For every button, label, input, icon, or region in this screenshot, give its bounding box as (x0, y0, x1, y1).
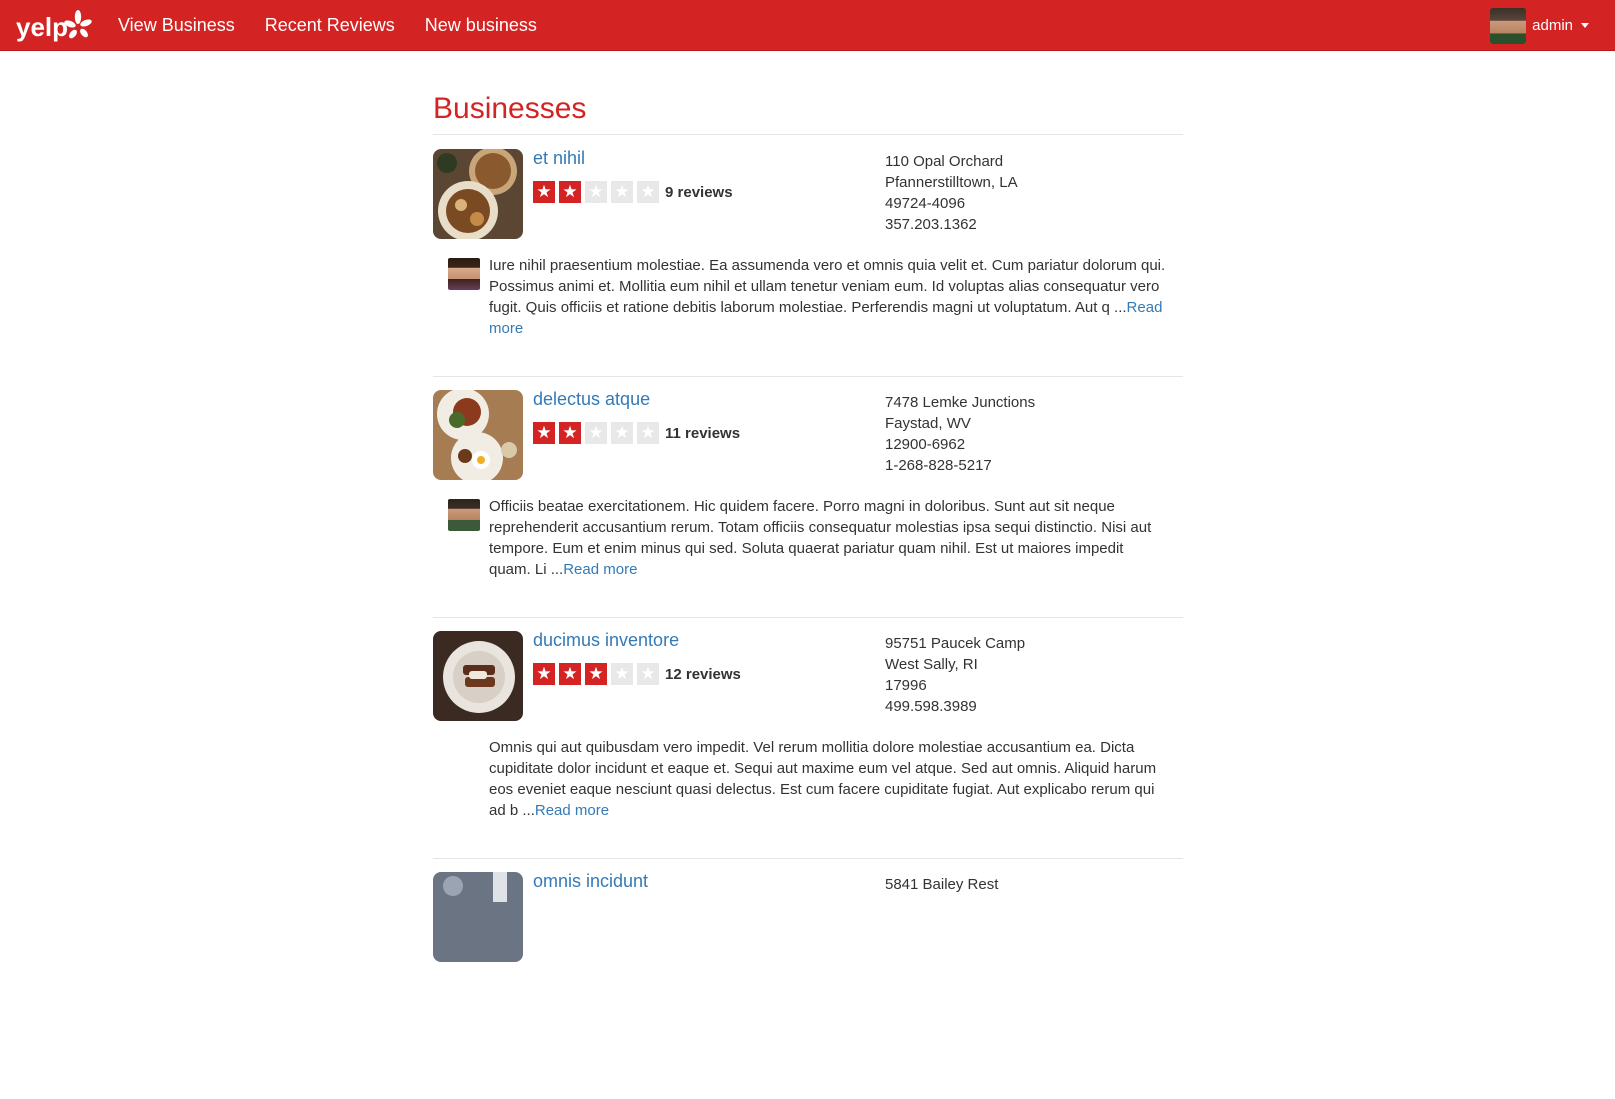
address-street: 7478 Lemke Junctions (885, 394, 1036, 411)
nav-recent-reviews[interactable]: Recent Reviews (265, 0, 395, 51)
review-count: 11 reviews (665, 424, 741, 442)
business-photo[interactable] (433, 390, 523, 480)
address-street: 110 Opal Orchard (885, 153, 1004, 170)
address-zip: 17996 (885, 677, 927, 694)
star-icon: ★ (533, 181, 555, 203)
reviewer-avatar[interactable] (448, 258, 480, 290)
star-icon: ★ (611, 422, 633, 444)
business-address: 7478 Lemke Junctions Faystad, WV 12900-6… (885, 392, 1035, 476)
nav-view-business[interactable]: View Business (118, 0, 235, 51)
business-name-link[interactable]: et nihil (533, 148, 585, 169)
reviewer-avatar[interactable] (448, 499, 480, 531)
read-more-link[interactable]: Read more (563, 561, 637, 578)
star-icon: ★ (637, 663, 659, 685)
star-icon: ★ (533, 422, 555, 444)
review-text: Iure nihil praesentium molestiae. Ea ass… (489, 255, 1169, 339)
business-address: 110 Opal Orchard Pfannerstilltown, LA 49… (885, 151, 1018, 235)
star-icon: ★ (559, 663, 581, 685)
business-item: et nihil ★ ★ ★ ★ ★ 9 reviews 110 Opal Or… (433, 135, 1183, 377)
review-body: Iure nihil praesentium molestiae. Ea ass… (489, 257, 1166, 316)
business-address: 95751 Paucek Camp West Sally, RI 17996 4… (885, 633, 1025, 717)
read-more-link[interactable]: Read more (535, 802, 609, 819)
yelp-logo[interactable]: yelp (14, 6, 104, 46)
star-icon: ★ (585, 663, 607, 685)
star-icon: ★ (611, 181, 633, 203)
avatar (1490, 7, 1527, 44)
star-icon: ★ (533, 663, 555, 685)
business-photo[interactable] (433, 872, 523, 962)
star-icon: ★ (637, 181, 659, 203)
star-icon: ★ (637, 422, 659, 444)
star-rating: ★ ★ ★ ★ ★ 11 reviews (533, 422, 740, 444)
business-item: delectus atque ★ ★ ★ ★ ★ 11 reviews 7478… (433, 376, 1183, 618)
address-city: Pfannerstilltown, LA (885, 174, 1018, 191)
business-item: omnis incidunt 5841 Bailey Rest (433, 858, 1183, 1099)
business-name-link[interactable]: omnis incidunt (533, 871, 648, 892)
user-menu-dropdown[interactable]: admin (1490, 7, 1589, 44)
address-zip: 49724-4096 (885, 195, 966, 212)
address-phone: 499.598.3989 (885, 698, 977, 715)
business-address: 5841 Bailey Rest (885, 874, 998, 895)
address-phone: 1-268-828-5217 (885, 457, 992, 474)
address-phone: 357.203.1362 (885, 216, 977, 233)
address-street: 5841 Bailey Rest (885, 876, 999, 893)
user-name: admin (1532, 17, 1573, 34)
star-icon: ★ (559, 422, 581, 444)
business-item: ducimus inventore ★ ★ ★ ★ ★ 12 reviews 9… (433, 617, 1183, 859)
star-icon: ★ (559, 181, 581, 203)
business-photo[interactable] (433, 149, 523, 239)
review-count: 9 reviews (665, 183, 733, 201)
review-text: Omnis qui aut quibusdam vero impedit. Ve… (489, 737, 1169, 821)
star-icon: ★ (611, 663, 633, 685)
main-nav: View Business Recent Reviews New busines… (118, 0, 567, 51)
review-text: Officiis beatae exercitationem. Hic quid… (489, 496, 1169, 580)
nav-new-business[interactable]: New business (425, 0, 537, 51)
svg-text:yelp: yelp (16, 12, 68, 42)
top-navbar: yelp View Business Recent Reviews New bu… (0, 0, 1615, 51)
star-icon: ★ (585, 181, 607, 203)
address-street: 95751 Paucek Camp (885, 635, 1026, 652)
page-title: Businesses (433, 92, 587, 125)
address-zip: 12900-6962 (885, 436, 966, 453)
business-name-link[interactable]: ducimus inventore (533, 630, 679, 651)
address-city: West Sally, RI (885, 656, 978, 673)
business-photo[interactable] (433, 631, 523, 721)
star-rating: ★ ★ ★ ★ ★ 12 reviews (533, 663, 741, 685)
business-name-link[interactable]: delectus atque (533, 389, 650, 410)
star-rating: ★ ★ ★ ★ ★ 9 reviews (533, 181, 733, 203)
star-icon: ★ (585, 422, 607, 444)
review-count: 12 reviews (665, 665, 741, 683)
address-city: Faystad, WV (885, 415, 971, 432)
caret-down-icon (1581, 23, 1589, 28)
